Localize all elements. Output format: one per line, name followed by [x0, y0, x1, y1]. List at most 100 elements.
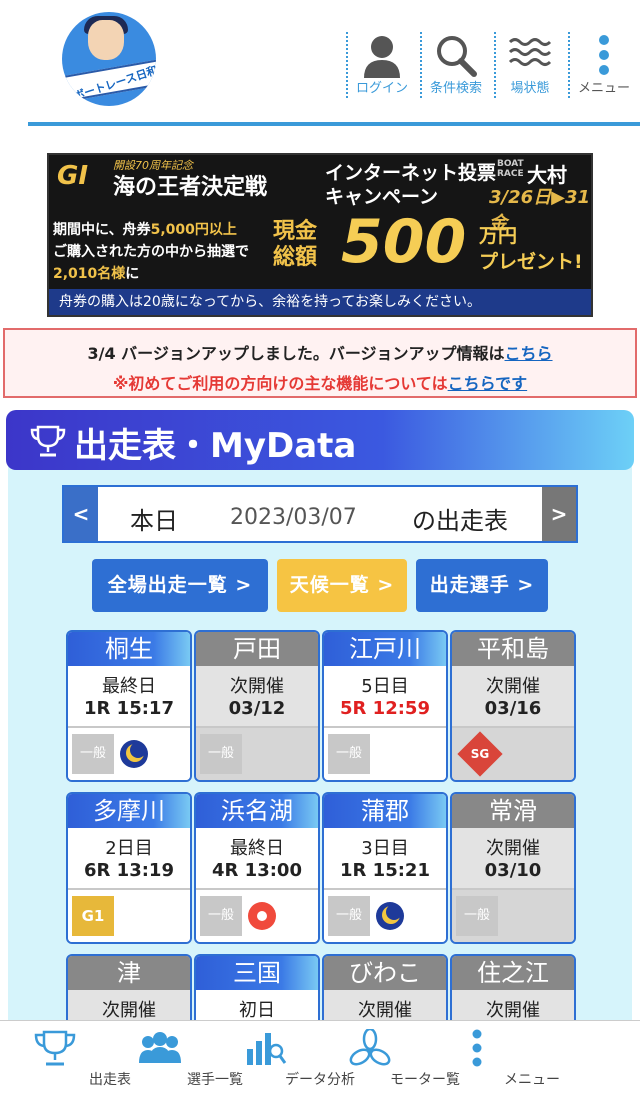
- venue-card-footer: G1: [68, 888, 190, 942]
- bottom-nav-racers[interactable]: 選手一覧: [105, 1021, 243, 1096]
- grade-badge: 一般: [328, 896, 370, 936]
- venue-card-footer: 一般: [196, 726, 318, 780]
- section-title: 出走表・MyData: [74, 426, 357, 466]
- prev-date-button[interactable]: <: [64, 487, 98, 541]
- venue-day: 次開催: [486, 1000, 540, 1021]
- bottom-nav: 出走表 選手一覧 データ分析 モーター覧 メニュー: [0, 1020, 640, 1096]
- people-icon: [139, 1032, 181, 1063]
- trophy-icon: [34, 1030, 76, 1066]
- venue-name: 住之江: [452, 956, 574, 990]
- nav-login-label: ログイン: [355, 81, 408, 96]
- current-date: 2023/03/07: [230, 505, 357, 530]
- banner-desc-4: 2,010名様: [53, 266, 126, 282]
- banner-desc-2: 5,000円以上: [150, 222, 237, 238]
- section-header: 出走表・MyData: [6, 410, 634, 470]
- nav-menu-label: メニュー: [577, 81, 630, 96]
- bottom-nav-analysis[interactable]: データ分析: [210, 1021, 355, 1096]
- date-suffix: の出走表: [412, 507, 508, 535]
- venue-next-race: 1R 15:21: [340, 860, 430, 881]
- version-info-link[interactable]: こちら: [505, 344, 553, 363]
- chart-icon: [247, 1033, 287, 1065]
- venue-day: 最終日: [230, 838, 284, 859]
- date-selector: < 本日 2023/03/07 の出走表 >: [62, 485, 578, 543]
- venue-card-footer: 一般: [324, 726, 446, 780]
- nav-login[interactable]: ログイン: [346, 32, 416, 98]
- all-venues-button[interactable]: 全場出走一覧 >: [92, 559, 268, 612]
- venue-card-footer: 一般: [452, 888, 574, 942]
- venue-next-race: 5R 12:59: [340, 698, 430, 719]
- venue-next-race: 4R 13:00: [212, 860, 302, 881]
- venue-card[interactable]: 浜名湖最終日 4R 13:00 一般: [194, 792, 320, 944]
- venue-day: 初日: [239, 1000, 275, 1021]
- venue-card[interactable]: 蒲郡 3日目 1R 15:21 一般: [322, 792, 448, 944]
- banner-desc: 期間中に、舟券5,000円以上 ご購入された方の中から抽選で 2,010名様に: [53, 219, 285, 285]
- dots-vertical-icon: [599, 35, 609, 75]
- venue-next-race: 03/10: [484, 860, 542, 881]
- banner-prize-amount: 500: [341, 207, 467, 277]
- venue-name: 戸田: [196, 632, 318, 666]
- venue-name: 津: [68, 956, 190, 990]
- campaign-banner[interactable]: GI 開設70周年記念 海の王者決定戦 インターネット投票 キャンペーン BOA…: [47, 153, 593, 317]
- bottom-nav-races[interactable]: 出走表: [0, 1021, 131, 1096]
- header: ボートレース日和 ログイン 条件検索 場状態 メニュー: [0, 0, 640, 126]
- page: ボートレース日和 ログイン 条件検索 場状態 メニュー GI 開設70周年記念 …: [0, 0, 640, 1096]
- propeller-icon: [349, 1029, 391, 1066]
- venue-day: 3日目: [361, 838, 409, 859]
- site-logo[interactable]: ボートレース日和: [62, 12, 156, 106]
- venue-day: 次開催: [486, 676, 540, 697]
- trophy-icon: [30, 425, 66, 457]
- venue-name: びわこ: [324, 956, 446, 990]
- nav-menu[interactable]: メニュー: [568, 32, 638, 98]
- venue-card[interactable]: 常滑 次開催 03/10 一般: [450, 792, 576, 944]
- banner-boatrace: BOAT RACE: [497, 159, 524, 179]
- nav-search[interactable]: 条件検索: [420, 32, 490, 98]
- next-date-button[interactable]: >: [542, 487, 576, 541]
- venue-card[interactable]: 桐生 最終日 1R 15:17 一般: [66, 630, 192, 782]
- waves-icon: [508, 38, 552, 66]
- grade-badge: 一般: [456, 896, 498, 936]
- beginner-guide-link[interactable]: こちらです: [448, 374, 528, 393]
- venue-card-footer: SG: [452, 726, 574, 780]
- venue-name: 多摩川: [68, 794, 190, 828]
- venue-card[interactable]: 平和島次開催 03/16 SG: [450, 630, 576, 782]
- morning-race-icon: [248, 902, 276, 930]
- dots-vertical-icon: [472, 1029, 482, 1067]
- today-label: 本日: [130, 507, 178, 535]
- venue-card-footer: 一般: [196, 888, 318, 942]
- version-notice: 3/4 バージョンアップしました。バージョンアップ情報はこちら ※初めてご利用の…: [3, 328, 637, 398]
- banner-desc-1: 期間中に、舟券: [53, 222, 151, 238]
- venue-card[interactable]: 戸田 次開催 03/12 一般: [194, 630, 320, 782]
- venue-name: 浜名湖: [196, 794, 318, 828]
- notice-line-1: 3/4 バージョンアップしました。バージョンアップ情報はこちら: [5, 340, 635, 364]
- venue-day: 次開催: [358, 1000, 412, 1021]
- venue-day: 次開催: [230, 676, 284, 697]
- nav-search-label: 条件検索: [429, 81, 482, 96]
- grade-badge: 一般: [72, 734, 114, 774]
- venue-name: 蒲郡: [324, 794, 446, 828]
- venue-next-race: 03/16: [484, 698, 542, 719]
- venue-day: 次開催: [102, 1000, 156, 1021]
- venue-card-footer: 一般: [324, 888, 446, 942]
- grade-badge: 一般: [328, 734, 370, 774]
- nav-conditions-label: 場状態: [510, 81, 550, 96]
- bottom-nav-menu[interactable]: メニュー: [422, 1021, 560, 1096]
- bottom-nav-menu-label: メニュー: [504, 1072, 560, 1088]
- night-race-icon: [120, 740, 148, 768]
- racers-button[interactable]: 出走選手 >: [416, 559, 548, 612]
- weather-button[interactable]: 天候一覧 >: [277, 559, 407, 612]
- venue-name: 三国: [196, 956, 318, 990]
- venue-day: 2日目: [105, 838, 153, 859]
- bottom-nav-motors[interactable]: モーター覧: [315, 1021, 460, 1096]
- banner-prize-unit: 万円 プレゼント!: [479, 225, 583, 273]
- search-icon: [437, 36, 477, 77]
- notice-line-2: ※初めてご利用の方向けの主な機能についてはこちらです: [5, 370, 635, 394]
- logo-face: [88, 20, 124, 60]
- night-race-icon: [376, 902, 404, 930]
- nav-conditions[interactable]: 場状態: [494, 32, 564, 98]
- venue-day: 次開催: [486, 838, 540, 859]
- venue-card[interactable]: 多摩川 2日目 6R 13:19 G1: [66, 792, 192, 944]
- user-icon: [364, 36, 400, 78]
- banner-desc-3: ご購入された方の中から抽選で: [53, 244, 249, 260]
- venue-name: 平和島: [452, 632, 574, 666]
- venue-card[interactable]: 江戸川 5日目 5R 12:59 一般: [322, 630, 448, 782]
